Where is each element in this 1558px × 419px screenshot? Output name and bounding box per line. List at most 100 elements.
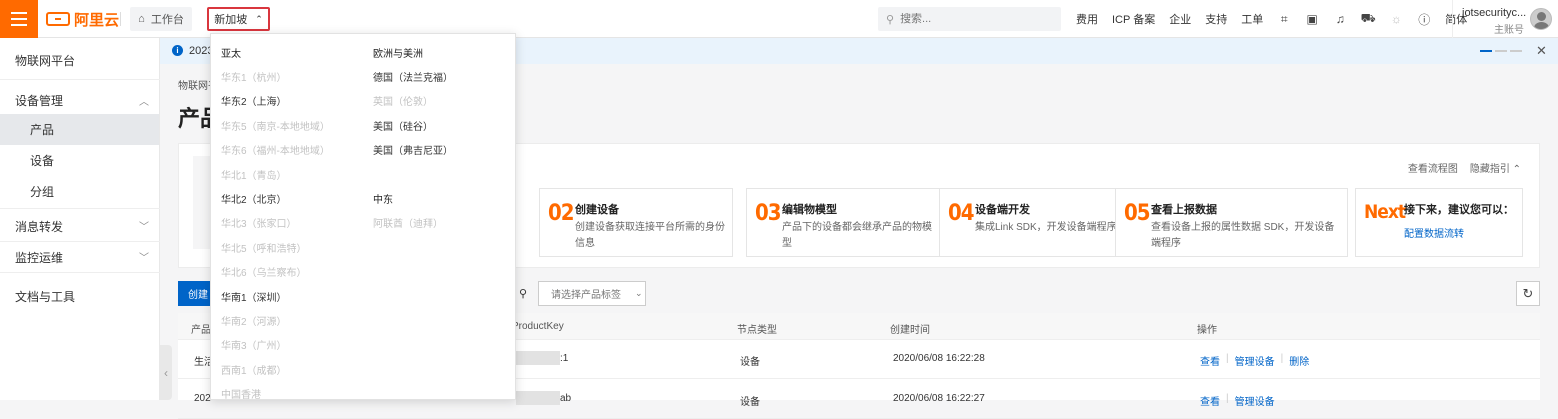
sidebar-item-product[interactable]: 产品 <box>0 114 159 145</box>
nav-enterprise[interactable]: 企业 <box>1169 11 1191 27</box>
create-product-button[interactable]: 创建 <box>178 281 210 306</box>
product-name[interactable]: 202 <box>194 393 211 404</box>
nav-ticket[interactable]: 工单 <box>1241 11 1263 27</box>
menu-line-icon <box>11 12 27 14</box>
column-header: 操作 <box>1197 325 1217 336</box>
region-dropdown: 亚太 华东1（杭州） 华东2（上海） 华东5（南京-本地地域） 华东6（福州-本地地域… <box>210 33 516 400</box>
step-card-next: Next 接下来，建议您可以： 配置数据流转 <box>1355 188 1523 257</box>
create-label: 创建 <box>188 290 208 301</box>
search-box[interactable]: ⚲ <box>878 7 1061 31</box>
divider: | <box>1226 353 1229 364</box>
nav-icp[interactable]: ICP 备案 <box>1112 11 1155 27</box>
lightbulb-icon[interactable]: ☼ <box>1389 12 1403 26</box>
code-icon[interactable]: ⌗ <box>1277 12 1291 26</box>
view-flow-link[interactable]: 查看流程图 <box>1408 160 1458 175</box>
chevron-down-icon[interactable]: ﹀ <box>139 218 149 233</box>
carousel-dots[interactable] <box>1480 50 1522 52</box>
config-data-flow-link[interactable]: 配置数据流转 <box>1404 225 1464 240</box>
region-group-asia-pacific: 亚太 <box>221 49 241 60</box>
region-selector[interactable]: 新加坡 ⌃ <box>207 7 270 31</box>
chevron-up-icon[interactable]: ︿ <box>139 93 149 108</box>
hide-guide-link[interactable]: 隐藏指引 ⌃ <box>1470 160 1521 175</box>
region-group-europe-americas: 欧洲与美洲 <box>373 49 423 60</box>
view-link[interactable]: 查看 <box>1200 393 1220 408</box>
carousel-dot[interactable] <box>1480 50 1492 52</box>
aliyun-logo[interactable]: 阿里云 <box>46 9 119 29</box>
manage-devices-link[interactable]: 管理设备 <box>1235 353 1275 368</box>
tag-select-placeholder: 请选择产品标签 <box>551 290 621 301</box>
region-option[interactable]: 美国（弗吉尼亚） <box>373 142 453 157</box>
divider <box>0 241 160 242</box>
product-tag-select[interactable]: 请选择产品标签 ⌄ <box>538 281 646 306</box>
account-type: 主账号 <box>1494 25 1524 36</box>
refresh-button[interactable]: ↻ <box>1516 281 1540 306</box>
view-link[interactable]: 查看 <box>1200 353 1220 368</box>
hamburger-menu-button[interactable] <box>0 0 38 38</box>
step-number: 03 <box>755 201 782 226</box>
step-card-view-data[interactable]: 05 查看上报数据 查看设备上报的属性数据 SDK，开发设备端程序 <box>1115 188 1348 257</box>
nav-support[interactable]: 支持 <box>1205 11 1227 27</box>
divider <box>120 12 121 26</box>
chevron-down-icon[interactable]: ﹀ <box>139 249 149 264</box>
search-icon: ⚲ <box>518 288 528 300</box>
workbench-button[interactable]: ⌂ 工作台 <box>130 7 192 31</box>
sidebar-collapse-handle[interactable]: ‹ <box>160 345 172 400</box>
chevron-up-icon: ⌃ <box>255 13 263 24</box>
search-icon: ⚲ <box>886 13 895 26</box>
region-label: 新加坡 <box>214 14 248 26</box>
delete-link[interactable]: 删除 <box>1289 353 1309 368</box>
carousel-dot[interactable] <box>1495 50 1507 52</box>
avatar[interactable] <box>1530 8 1552 30</box>
divider: | <box>1226 393 1229 404</box>
sidebar-item-group[interactable]: 分组 <box>0 176 159 207</box>
region-option[interactable]: 华南1（深圳） <box>221 289 287 304</box>
step-title: 创建设备 <box>575 204 619 216</box>
guide-links: 查看流程图 隐藏指引 ⌃ <box>1408 160 1521 175</box>
step-card-device-dev[interactable]: 04 设备端开发 集成Link SDK，开发设备端程序 <box>939 188 1133 257</box>
region-option[interactable]: 德国（法兰克福） <box>373 69 453 84</box>
hide-guide-label: 隐藏指引 <box>1469 164 1510 175</box>
column-header: ProductKey <box>512 321 564 332</box>
region-option: 华北1（青岛） <box>221 170 287 182</box>
region-option: 华北3（张家口） <box>221 219 297 231</box>
step-card-create-device[interactable]: 02 创建设备 创建设备获取连接平台所需的身份信息 <box>539 188 733 257</box>
manage-devices-link[interactable]: 管理设备 <box>1235 393 1275 408</box>
region-option[interactable]: 美国（硅谷） <box>373 118 433 133</box>
step-number: 05 <box>1124 201 1151 226</box>
product-key-tail: ab <box>560 393 572 404</box>
close-icon[interactable]: ✕ <box>1536 43 1547 59</box>
sidebar-item-device[interactable]: 设备 <box>0 145 159 176</box>
sidebar-group-msg-forward[interactable]: 消息转发 <box>15 218 63 235</box>
region-option[interactable]: 华北2（北京） <box>221 191 287 206</box>
step-number: Next <box>1364 201 1406 223</box>
nav-billing[interactable]: 费用 <box>1076 11 1098 27</box>
bell-icon[interactable]: ♫ <box>1333 12 1347 26</box>
search-input[interactable] <box>900 13 1041 25</box>
region-option[interactable]: 华东2（上海） <box>221 93 287 108</box>
cart-icon[interactable]: ⛟ <box>1361 11 1376 26</box>
account-menu[interactable]: iotsecurityc... 主账号 <box>1452 0 1558 38</box>
terminal-icon[interactable]: ▣ <box>1305 12 1319 26</box>
column-header: 产品 <box>191 325 211 336</box>
region-option: 华东5（南京-本地地域） <box>221 121 330 133</box>
info-icon: i <box>172 45 183 56</box>
step-title: 设备端开发 <box>975 204 1030 216</box>
created-time: 2020/06/08 16:22:28 <box>893 353 985 364</box>
search-button[interactable]: ⚲ <box>514 281 532 306</box>
redacted-product-key <box>516 391 560 405</box>
region-option: 华东6（福州-本地地域） <box>221 146 330 158</box>
product-key-tail: :1 <box>560 353 569 364</box>
chevron-up-icon: ⌃ <box>1512 164 1521 175</box>
row-actions: 查看 | 管理设备 <box>1200 393 1275 408</box>
node-type: 设备 <box>740 397 760 408</box>
step-desc: 集成Link SDK，开发设备端程序 <box>975 222 1117 233</box>
sidebar-item-docs-tools[interactable]: 文档与工具 <box>15 288 75 305</box>
help-icon[interactable]: ⓘ <box>1417 12 1431 27</box>
carousel-dot[interactable] <box>1510 50 1522 52</box>
step-number: 04 <box>948 201 975 226</box>
sidebar-group-monitor-ops[interactable]: 监控运维 <box>15 249 63 266</box>
sidebar-group-device-mgmt[interactable]: 设备管理 <box>15 92 63 109</box>
menu-line-icon <box>11 18 27 20</box>
step-card-edit-model[interactable]: 03 编辑物模型 产品下的设备都会继承产品的物模型 <box>746 188 940 257</box>
workbench-label: 工作台 <box>150 14 184 26</box>
